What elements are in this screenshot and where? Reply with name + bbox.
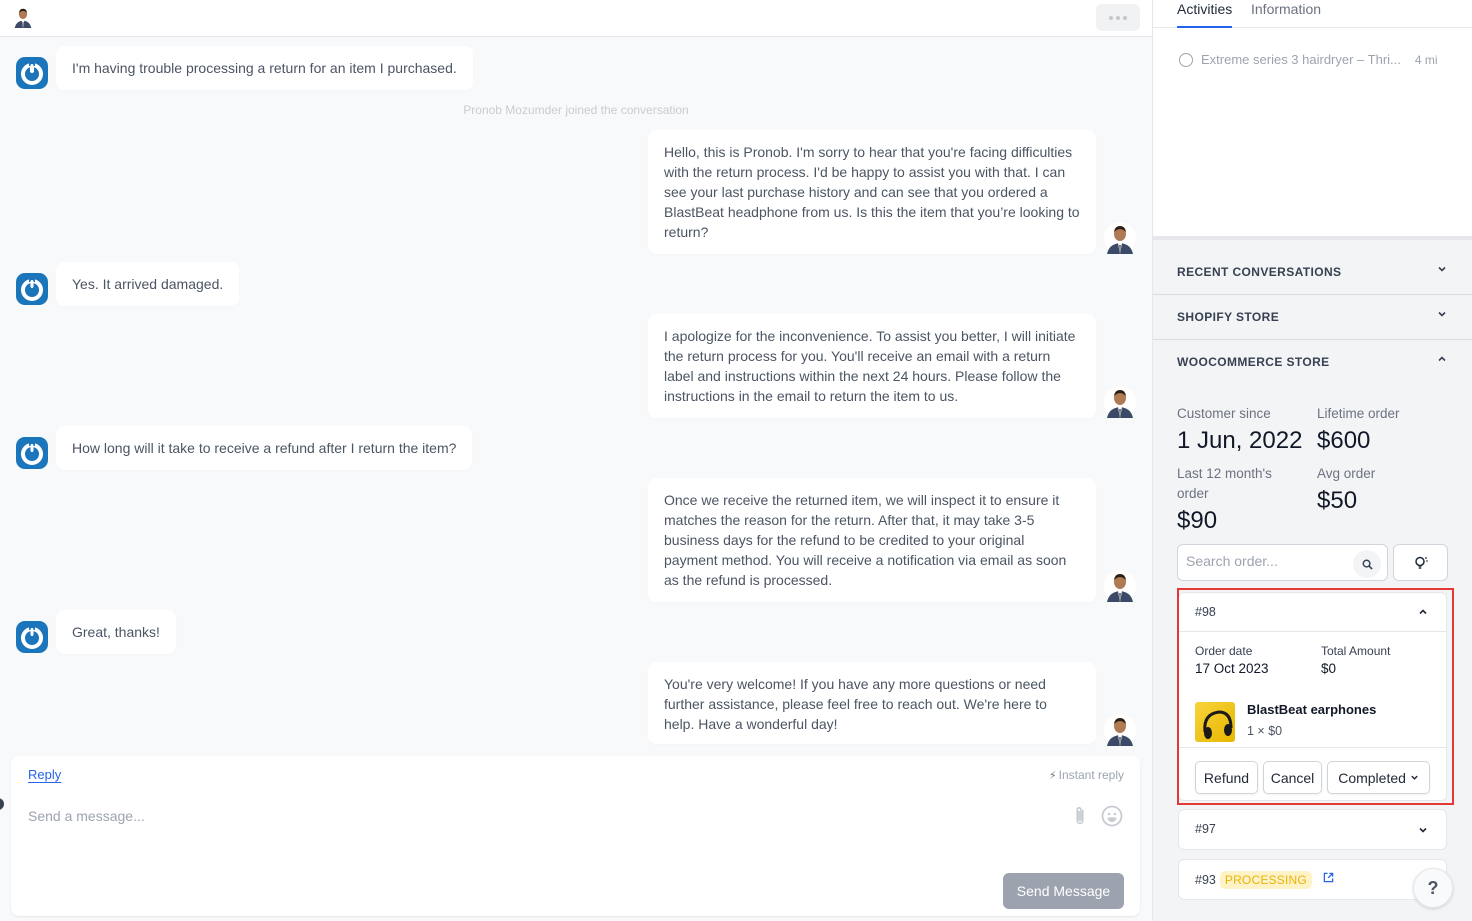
emoji-icon[interactable]: [1101, 805, 1123, 827]
bolt-icon: ⚡︎: [1048, 770, 1057, 782]
message-bubble-agent: Hello, this is Pronob. I'm sorry to hear…: [648, 130, 1096, 254]
help-button[interactable]: ?: [1413, 868, 1453, 908]
chevron-up-icon: [1438, 356, 1446, 362]
chevron-down-icon: [1411, 775, 1418, 780]
activities-panel: Activities Information Extreme series 3 …: [1153, 0, 1472, 236]
chat-header: [0, 0, 1152, 37]
suggestion-button[interactable]: [1393, 544, 1448, 581]
divider: [1153, 236, 1472, 240]
message-composer: Reply ⚡︎Instant reply Send Message: [11, 756, 1140, 916]
avg-order-value: $50: [1317, 487, 1358, 514]
collapse-handle[interactable]: [0, 798, 4, 810]
send-message-button[interactable]: Send Message: [1003, 873, 1124, 909]
total-amount-value: $0: [1321, 661, 1337, 676]
instant-reply-label: Instant reply: [1058, 768, 1124, 782]
last12-label: Last 12 month's order: [1177, 466, 1272, 501]
message-bubble-customer: Great, thanks!: [56, 610, 176, 654]
activity-text: Extreme series 3 hairdryer – Thri...: [1201, 52, 1401, 67]
chat-pane: Pronob Mozumder joined the conversation …: [0, 0, 1152, 921]
right-sidebar: Activities Information Extreme series 3 …: [1152, 0, 1472, 921]
order-id: #97: [1195, 822, 1216, 836]
order-card: #98 Order date 17 Oct 2023 Total Amount …: [1178, 592, 1447, 801]
divider: [1179, 631, 1446, 632]
more-options-button[interactable]: [1096, 4, 1140, 31]
agent-avatar-icon: [1104, 714, 1136, 746]
chevron-down-icon: [1419, 827, 1427, 833]
divider: [1179, 747, 1446, 748]
activity-item[interactable]: Extreme series 3 hairdryer – Thri... 4 m…: [1179, 52, 1438, 67]
message-bubble-agent: I apologize for the inconvenience. To as…: [648, 314, 1096, 418]
agent-avatar-icon: [1104, 386, 1136, 418]
agent-avatar-icon: [1104, 222, 1136, 254]
instant-reply-button[interactable]: ⚡︎ Instant reply: [1049, 768, 1124, 782]
chevron-down-icon: [1438, 266, 1446, 272]
order-id[interactable]: #98: [1195, 605, 1216, 619]
customer-avatar-icon: [16, 273, 48, 305]
section-label: SHOPIFY STORE: [1177, 310, 1280, 324]
refund-button[interactable]: Refund: [1195, 761, 1258, 794]
headphones-icon: [1203, 710, 1233, 739]
status-label: Completed: [1338, 769, 1406, 786]
search-button[interactable]: [1353, 550, 1381, 578]
chevron-up-icon[interactable]: [1418, 607, 1428, 617]
message-bubble-agent: Once we receive the returned item, we wi…: [648, 478, 1096, 602]
order-row: #93 PROCESSING: [1195, 871, 1334, 889]
section-shopify-store[interactable]: SHOPIFY STORE: [1153, 295, 1472, 340]
order-date-value: 17 Oct 2023: [1195, 661, 1269, 676]
tab-information[interactable]: Information: [1251, 0, 1321, 28]
reply-tab[interactable]: Reply: [28, 767, 61, 782]
order-card[interactable]: #97: [1178, 809, 1447, 850]
agent-avatar-icon[interactable]: [12, 6, 34, 28]
status-badge: PROCESSING: [1219, 871, 1312, 889]
section-label: RECENT CONVERSATIONS: [1177, 265, 1342, 279]
message-bubble-customer: Yes. It arrived damaged.: [56, 262, 240, 306]
product-quantity: 1 × $0: [1247, 724, 1283, 738]
message-bubble-customer: How long will it take to receive a refun…: [56, 426, 473, 470]
lightbulb-icon: [1414, 556, 1428, 569]
customer-avatar-icon: [16, 621, 48, 653]
product-thumbnail: [1195, 702, 1235, 742]
avg-order-label: Avg order: [1317, 466, 1376, 481]
circle-icon: [1179, 52, 1193, 67]
product-name[interactable]: BlastBeat earphones: [1247, 702, 1376, 717]
customer-avatar-icon: [16, 57, 48, 89]
message-bubble-agent: You're very welcome! If you have any mor…: [648, 662, 1096, 744]
customer-avatar-icon: [16, 437, 48, 469]
customer-since-label: Customer since: [1177, 406, 1271, 421]
section-woocommerce-store[interactable]: WOOCOMMERCE STORE: [1153, 340, 1472, 385]
order-card[interactable]: #93 PROCESSING: [1178, 859, 1447, 900]
customer-since-value: 1 Jun, 2022: [1177, 427, 1303, 454]
section-label: WOOCOMMERCE STORE: [1177, 355, 1330, 369]
message-bubble-customer: I'm having trouble processing a return f…: [56, 46, 473, 90]
order-date-label: Order date: [1195, 644, 1253, 658]
sidebar-tabs: Activities Information: [1153, 0, 1472, 28]
chevron-down-icon: [1438, 311, 1446, 317]
activity-time: 4 mi: [1414, 52, 1438, 67]
lifetime-order-value: $600: [1317, 427, 1371, 454]
system-note: Pronob Mozumder joined the conversation: [463, 103, 689, 117]
order-search: [1177, 544, 1388, 581]
tab-activities[interactable]: Activities: [1177, 0, 1233, 28]
section-recent-conversations[interactable]: RECENT CONVERSATIONS: [1153, 250, 1472, 295]
agent-avatar-icon: [1104, 570, 1136, 602]
message-input[interactable]: [28, 808, 1028, 824]
external-link-icon[interactable]: [1323, 872, 1334, 883]
paperclip-icon[interactable]: [1071, 805, 1089, 827]
cancel-button[interactable]: Cancel: [1263, 761, 1322, 794]
search-icon: [1362, 559, 1373, 570]
order-search-input[interactable]: [1186, 553, 1346, 569]
last12-value: $90: [1177, 507, 1218, 534]
order-id: #93: [1195, 873, 1216, 887]
total-amount-label: Total Amount: [1321, 644, 1391, 658]
lifetime-order-label: Lifetime order: [1317, 406, 1400, 421]
status-dropdown[interactable]: Completed: [1327, 761, 1430, 794]
